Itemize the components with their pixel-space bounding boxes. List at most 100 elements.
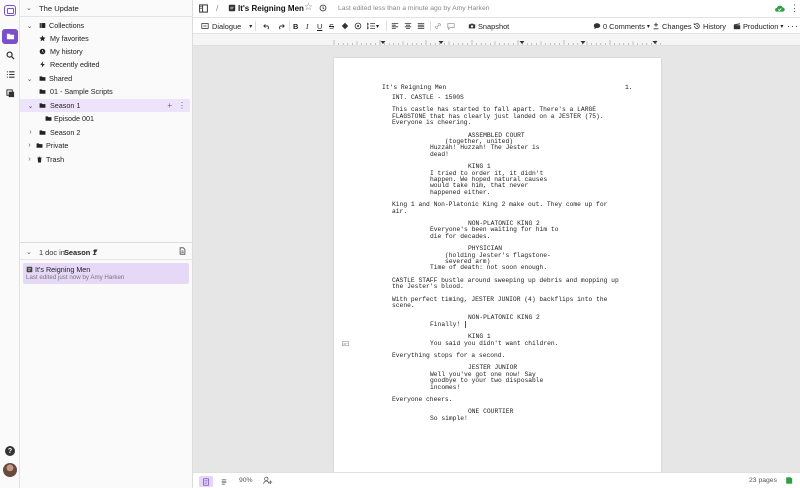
sidebar-item-label: My history	[50, 47, 83, 56]
text-view-icon[interactable]	[217, 476, 231, 487]
align-justify-icon[interactable]	[417, 18, 425, 34]
chevron-down-icon[interactable]: ⌄	[27, 99, 34, 112]
more-options-icon[interactable]: ···	[787, 18, 799, 34]
workspace-header[interactable]: ⌄ The Update	[20, 0, 193, 17]
chevron-down-icon[interactable]: ⌄	[26, 72, 33, 85]
user-avatar[interactable]	[3, 463, 17, 477]
sidebar-item-label: My favorites	[50, 34, 89, 43]
folder-icon	[38, 72, 46, 85]
sidebar-item-trash[interactable]: › Trash	[20, 153, 190, 166]
italic-icon[interactable]: I	[306, 18, 308, 34]
folder-icon	[38, 126, 46, 139]
search-icon[interactable]	[2, 48, 18, 63]
page-count: 23 pages	[749, 477, 777, 484]
sidebar-item-label: Trash	[46, 155, 65, 164]
script-dialogue: So simple!	[430, 414, 468, 422]
redo-icon[interactable]	[277, 18, 285, 34]
sidebar-item-collections[interactable]: ⌄ Collections	[20, 19, 190, 32]
bolt-icon	[38, 58, 46, 71]
help-icon[interactable]: ?	[5, 446, 15, 456]
production-dropdown[interactable]: Production ▾	[733, 18, 783, 34]
star-icon	[38, 32, 46, 45]
doc-item-subtitle: Last edited just now by Amy Harken	[26, 274, 125, 281]
page-view-icon[interactable]	[199, 476, 213, 487]
script-icon	[228, 4, 236, 14]
undo-icon[interactable]	[263, 18, 271, 34]
folder-icon	[44, 112, 52, 125]
app-rail: ?	[0, 0, 20, 488]
book-icon[interactable]	[785, 476, 793, 487]
clock-icon	[38, 45, 46, 58]
link-icon[interactable]	[434, 18, 442, 34]
chevron-down-icon[interactable]: ⌄	[26, 19, 33, 32]
chevron-right-icon[interactable]: ›	[26, 153, 33, 166]
cloud-sync-icon[interactable]	[774, 4, 785, 15]
sidebar-item-label: Recently edited	[50, 60, 100, 69]
zoom-level[interactable]: 90%	[239, 477, 253, 484]
copy-icon[interactable]	[2, 86, 18, 101]
script-action: the Jester's blood.	[392, 283, 464, 291]
bold-icon[interactable]: B	[293, 18, 298, 34]
sidebar-item-shared[interactable]: ⌄ Shared	[20, 72, 190, 85]
align-center-icon[interactable]	[404, 18, 412, 34]
collaborators-icon[interactable]	[263, 476, 273, 487]
scene-heading-icon[interactable]	[341, 18, 349, 34]
sidebar-item-label: Season 2	[50, 128, 81, 137]
add-icon[interactable]: +	[167, 101, 172, 110]
caret-down-icon[interactable]: ▾	[94, 247, 98, 255]
sidebar-divider[interactable]	[20, 242, 193, 243]
collection-icon	[38, 19, 46, 32]
new-doc-icon[interactable]	[179, 247, 186, 257]
sidebar-item-my-favorites[interactable]: My favorites	[20, 32, 190, 45]
ruler-marker-icon	[438, 41, 444, 44]
chevron-right-icon[interactable]: ›	[26, 139, 33, 152]
document-header: / It's Reigning Men ☆ Last edited less t…	[193, 0, 800, 18]
ruler-marker-icon	[580, 41, 586, 44]
changes-button[interactable]: Changes	[652, 18, 692, 34]
sidebar-item-season-2[interactable]: › Season 2	[20, 126, 190, 139]
overflow-menu-icon[interactable]: ⋮	[790, 3, 799, 14]
sidebar-item-private[interactable]: › Private	[20, 139, 190, 152]
star-icon[interactable]: ☆	[304, 2, 313, 13]
comments-dropdown[interactable]: 0 Comments ▾	[593, 18, 650, 34]
sidebar-toggle-icon[interactable]	[199, 4, 208, 15]
editor-toolbar: Dialogue ▾ B I U S ▾ Snapshot 0 Comments…	[193, 18, 800, 34]
color-picker-icon[interactable]	[354, 18, 362, 34]
script-dialogue: You said you didn't want children.	[430, 339, 559, 347]
list-icon[interactable]	[2, 67, 18, 82]
sidebar-item-recently-edited[interactable]: Recently edited	[20, 58, 190, 71]
document-title[interactable]: It's Reigning Men	[238, 4, 304, 13]
underline-icon[interactable]: U	[317, 18, 322, 34]
sidebar-item-01-sample-scripts[interactable]: 01 - Sample Scripts	[20, 85, 190, 98]
sidebar-item-episode-001[interactable]: Episode 001	[20, 112, 190, 125]
changes-label: Changes	[662, 21, 692, 31]
caret-down-icon: ▾	[249, 23, 253, 30]
ruler-ticks	[333, 40, 661, 45]
line-spacing-icon[interactable]: ▾	[367, 18, 379, 34]
comment-marker-icon[interactable]	[342, 340, 349, 349]
doc-list-item[interactable]: It's Reigning Men Last edited just now b…	[23, 263, 189, 284]
sidebar-item-label: Season 1	[50, 101, 81, 110]
speech-bubble-icon	[593, 23, 601, 30]
script-page[interactable]: It's Reigning Men 1. INT. CASTLE - 1500S…	[334, 58, 661, 472]
sidebar-item-season-1[interactable]: ⌄ Season 1 + ⋮	[20, 99, 190, 112]
script-action: air.	[392, 207, 408, 215]
doc-folder-name[interactable]: Season 1	[64, 248, 96, 257]
chevron-right-icon[interactable]: ›	[27, 126, 34, 139]
sidebar-item-label: Episode 001	[54, 114, 94, 123]
chevron-down-icon[interactable]: ⌄	[26, 4, 32, 12]
comment-icon[interactable]	[447, 18, 455, 34]
sidebar-item-my-history[interactable]: My history	[20, 45, 190, 58]
folder-nav-icon[interactable]	[2, 29, 18, 44]
element-type-dropdown[interactable]: Dialogue ▾	[201, 18, 252, 34]
history-button[interactable]: History	[693, 18, 726, 34]
app-logo-icon[interactable]	[4, 5, 16, 16]
strikethrough-icon[interactable]: S	[329, 18, 334, 34]
align-left-icon[interactable]	[391, 18, 399, 34]
chevron-down-icon[interactable]: ⌄	[26, 248, 32, 256]
snapshot-button[interactable]: Snapshot	[468, 18, 509, 34]
script-action: King 1 and Non-Platonic King 2 make out.…	[392, 201, 608, 209]
history-clock-icon[interactable]	[319, 4, 327, 14]
page-header-title: It's Reigning Men	[382, 84, 447, 91]
more-icon[interactable]: ⋮	[178, 101, 186, 110]
